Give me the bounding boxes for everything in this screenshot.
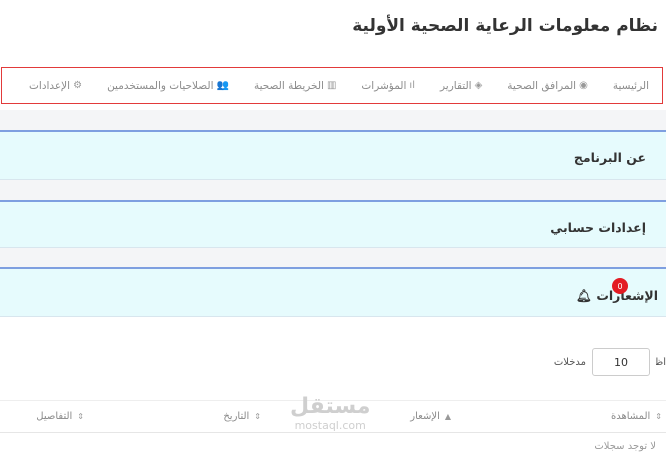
nav-item-home[interactable]: الرئيسية (613, 80, 652, 92)
sort-icon: ⇕ (254, 412, 261, 421)
sort-icon: ⇕ (655, 412, 662, 421)
table-empty-row: لا توجد سجلات (594, 441, 656, 452)
users-icon: 👥 (216, 80, 229, 91)
nav-item-label: التقارير (439, 79, 472, 92)
sort-icon: ⇕ (77, 412, 84, 421)
col-header-date[interactable]: ⇕ التاريخ (223, 411, 261, 422)
notifications-count-badge: 0 (612, 278, 628, 294)
section-notifications[interactable]: 🔔︎ الإشعارات 0 (0, 267, 666, 317)
nav-item-indicators[interactable]: ıl المؤشرات (361, 80, 415, 92)
section-account-label: إعدادات حسابي (550, 220, 646, 235)
nav-item-permissions[interactable]: 👥 الصلاحيات والمستخدمين (107, 80, 229, 92)
section-gap (0, 180, 666, 200)
nav-item-label: الصلاحيات والمستخدمين (107, 79, 214, 92)
section-about-label: عن البرنامج (573, 150, 646, 165)
nav-item-label: المرافق الصحية (507, 79, 577, 92)
nav-item-label: الرئيسية (612, 79, 649, 92)
main-nav: الرئيسية ◉ المرافق الصحية ◈ التقارير ıl … (1, 67, 663, 104)
nav-item-label: الخريطة الصحية (253, 79, 324, 92)
sort-asc-icon: ▲ (444, 412, 451, 421)
globe-icon: ◉ (579, 80, 588, 91)
map-icon: ▥ (326, 80, 337, 91)
nav-item-label: المؤشرات (361, 79, 407, 92)
col-header-notification[interactable]: ▲ الإشعار (410, 411, 451, 422)
section-gap (0, 248, 666, 268)
section-account-settings[interactable]: إعدادات حسابي (0, 200, 666, 248)
bar-chart-icon: ıl (409, 80, 415, 91)
entries-count-input[interactable] (592, 348, 650, 376)
page-title: نظام معلومات الرعاية الصحية الأولية (352, 16, 658, 36)
nav-item-reports[interactable]: ◈ التقارير (440, 80, 482, 92)
nav-item-health-map[interactable]: ▥ الخريطة الصحية (254, 80, 336, 92)
bell-icon: 🔔︎ (576, 288, 592, 303)
nav-item-label: الإعدادات (29, 79, 71, 92)
gear-icon: ⚙ (73, 80, 83, 91)
entries-label: مدخلات (553, 356, 586, 368)
nav-item-settings[interactable]: ⚙ الإعدادات (29, 80, 82, 92)
watermark-logo: مستقل mostaql.com (290, 394, 371, 432)
show-label: أظهر (656, 356, 666, 368)
col-header-viewed[interactable]: ⇕ المشاهدة (611, 411, 662, 422)
section-about[interactable]: عن البرنامج (0, 130, 666, 180)
section-gap (0, 110, 666, 130)
reports-icon: ◈ (474, 80, 483, 91)
table-length-control: أظهر مدخلات (554, 348, 666, 376)
nav-item-facilities[interactable]: ◉ المرافق الصحية (507, 80, 588, 92)
col-header-details[interactable]: ⇕ التفاصيل (36, 411, 84, 422)
